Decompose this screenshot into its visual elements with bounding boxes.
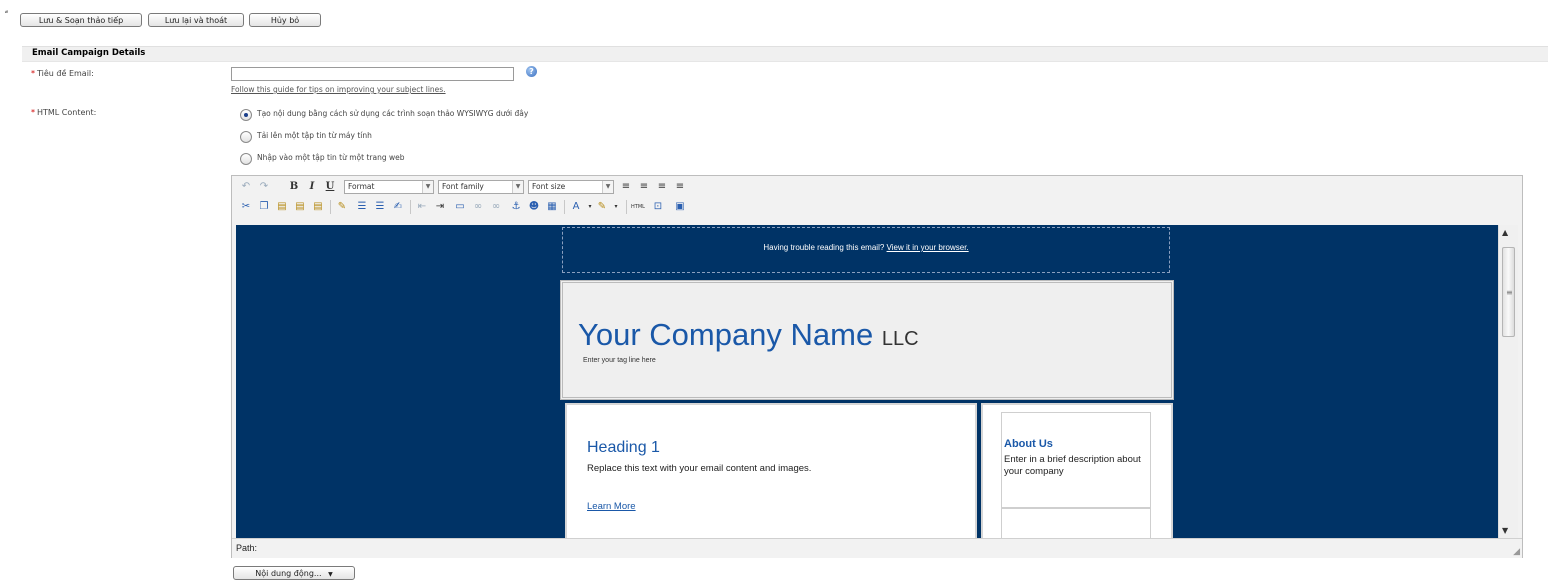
align-left-icon[interactable]: ≡ xyxy=(618,180,634,194)
option-upload[interactable]: Tải lên một tập tin từ máy tính xyxy=(240,131,540,143)
sidebar-block: About Us Enter in a brief description ab… xyxy=(981,403,1173,538)
option-wysiwyg-label: Tạo nội dung bằng cách sử dụng các trình… xyxy=(257,109,529,118)
clean-format-icon[interactable]: ✎ xyxy=(334,200,350,214)
indent-icon[interactable]: ⇥ xyxy=(432,200,448,214)
bullet-list-icon[interactable]: ☰ xyxy=(354,200,370,214)
html-content-label: * HTML Content: xyxy=(31,108,96,117)
radio-import-web[interactable] xyxy=(240,153,252,165)
toolbar-separator xyxy=(626,200,627,214)
chevron-down-icon: ▼ xyxy=(512,181,523,193)
about-us-title: About Us xyxy=(1004,438,1053,450)
learn-more-link[interactable]: Learn More xyxy=(587,501,636,512)
cut-icon[interactable]: ✂ xyxy=(238,200,254,214)
path-bar: Path: ◢ xyxy=(232,538,1522,558)
content-body: Replace this text with your email conten… xyxy=(587,463,812,474)
scroll-down-icon[interactable]: ▼ xyxy=(1502,526,1508,535)
align-right-icon[interactable]: ≡ xyxy=(654,180,670,194)
toolbar-separator xyxy=(410,200,411,214)
toolbar-row-1: ↶ ↷ B I U Format ▼ Font family ▼ Font size… xyxy=(238,178,738,196)
paste-icon[interactable]: ▤ xyxy=(274,200,290,214)
radio-upload[interactable] xyxy=(240,131,252,143)
option-import-web[interactable]: Nhập vào một tập tin từ một trang web xyxy=(240,153,540,165)
html-content-label-text: HTML Content: xyxy=(37,108,97,117)
subject-label: * Tiêu đề Email: xyxy=(31,69,94,78)
required-marker: * xyxy=(31,108,35,117)
align-center-icon[interactable]: ≡ xyxy=(636,180,652,194)
editor-scrollbar[interactable]: ▲ ≡ ▼ xyxy=(1498,225,1518,538)
cancel-button[interactable]: Hủy bỏ xyxy=(249,13,321,27)
toolbar-row-2: ✂ ❐ ▤ ▤ ▤ ✎ ☰ ☰ ✍ ⇤ ⇥ ▭ ∞ ∞ ⚓ ☻ ▦ A ▾ ✎ … xyxy=(238,198,798,216)
option-import-web-label: Nhập vào một tập tin từ một trang web xyxy=(257,153,405,162)
subject-input[interactable] xyxy=(231,67,514,81)
help-icon[interactable]: ? xyxy=(526,66,537,77)
document-icon[interactable]: ▦ xyxy=(544,200,560,214)
path-label: Path: xyxy=(236,543,258,553)
undo-icon[interactable]: ↶ xyxy=(238,180,254,194)
save-continue-button[interactable]: Lưu & Soạn thảo tiếp xyxy=(20,13,142,27)
block-icon[interactable]: ▭ xyxy=(452,200,468,214)
about-us-block: About Us Enter in a brief description ab… xyxy=(1001,412,1151,508)
html-source-icon[interactable]: HTML xyxy=(630,200,646,214)
resize-handle-icon[interactable]: ◢ xyxy=(1513,547,1520,557)
grip-icon: ≡ xyxy=(1506,288,1513,297)
fullscreen-icon[interactable]: ▣ xyxy=(672,200,688,214)
toolbar-separator xyxy=(330,200,331,214)
format-select-value: Format xyxy=(348,182,375,191)
font-family-select[interactable]: Font family ▼ xyxy=(438,180,524,194)
company-suffix: LLC xyxy=(881,328,919,350)
email-canvas[interactable]: Having trouble reading this email? View … xyxy=(236,225,1498,538)
email-header: Your Company Name LLC Enter your tag lin… xyxy=(560,280,1174,400)
preheader-message: Having trouble reading this email? xyxy=(763,243,885,252)
dynamic-content-button[interactable]: Nội dung động... ▼ xyxy=(233,566,355,580)
save-exit-button[interactable]: Lưu lại và thoát xyxy=(148,13,244,27)
preheader-text: Having trouble reading this email? View … xyxy=(563,243,1169,252)
bold-button[interactable]: B xyxy=(286,180,302,194)
chevron-down-icon: ▼ xyxy=(328,571,333,578)
underline-button[interactable]: U xyxy=(322,180,338,194)
preheader-block: Having trouble reading this email? View … xyxy=(562,227,1170,273)
chevron-down-icon: ▼ xyxy=(422,181,433,193)
image-icon[interactable]: ☻ xyxy=(526,200,542,214)
italic-button[interactable]: I xyxy=(304,180,320,194)
font-size-select[interactable]: Font size ▼ xyxy=(528,180,614,194)
option-upload-label: Tải lên một tập tin từ máy tính xyxy=(257,131,372,140)
chevron-down-icon[interactable]: ▾ xyxy=(608,200,624,214)
format-select[interactable]: Format ▼ xyxy=(344,180,434,194)
content-heading: Heading 1 xyxy=(587,439,660,456)
about-us-text: Enter in a brief description about your … xyxy=(1004,454,1141,477)
radio-wysiwyg[interactable] xyxy=(240,109,252,121)
toolbar-separator xyxy=(564,200,565,214)
view-in-browser-link[interactable]: View it in your browser. xyxy=(887,243,969,252)
required-marker: * xyxy=(31,69,35,78)
align-justify-icon[interactable]: ≡ xyxy=(672,180,688,194)
link-icon[interactable]: ∞ xyxy=(470,200,486,214)
outdent-icon[interactable]: ⇤ xyxy=(414,200,430,214)
copy-icon[interactable]: ❐ xyxy=(256,200,272,214)
font-family-select-value: Font family xyxy=(442,182,484,191)
option-wysiwyg[interactable]: Tạo nội dung bằng cách sử dụng các trình… xyxy=(240,109,640,121)
section-title: Email Campaign Details xyxy=(32,48,146,58)
font-size-select-value: Font size xyxy=(532,182,566,191)
paste-text-icon[interactable]: ▤ xyxy=(292,200,308,214)
sidebar-second-block xyxy=(1001,508,1151,538)
wysiwyg-editor: ↶ ↷ B I U Format ▼ Font family ▼ Font size… xyxy=(231,175,1523,558)
chevron-down-icon: ▼ xyxy=(602,181,613,193)
redo-icon[interactable]: ↷ xyxy=(256,180,272,194)
company-name-text: Your Company Name xyxy=(578,317,874,352)
unlink-icon[interactable]: ∞ xyxy=(488,200,504,214)
paste-word-icon[interactable]: ▤ xyxy=(310,200,326,214)
subject-label-text: Tiêu đề Email: xyxy=(37,69,94,78)
section-header: Email Campaign Details xyxy=(22,46,1548,62)
subject-guide-link[interactable]: Follow this guide for tips on improving … xyxy=(231,85,446,94)
main-content-block: Heading 1 Replace this text with your em… xyxy=(565,403,977,538)
edit-icon[interactable]: ✍ xyxy=(390,200,406,214)
anchor-icon[interactable]: ⚓ xyxy=(508,200,524,214)
company-name: Your Company Name LLC xyxy=(578,317,919,353)
numbered-list-icon[interactable]: ☰ xyxy=(372,200,388,214)
tagline: Enter your tag line here xyxy=(583,357,656,364)
scroll-up-icon[interactable]: ▲ xyxy=(1502,228,1508,237)
preview-icon[interactable]: ⊡ xyxy=(650,200,666,214)
dynamic-content-label: Nội dung động... xyxy=(255,569,322,578)
scrollbar-thumb[interactable]: ≡ xyxy=(1502,247,1515,337)
